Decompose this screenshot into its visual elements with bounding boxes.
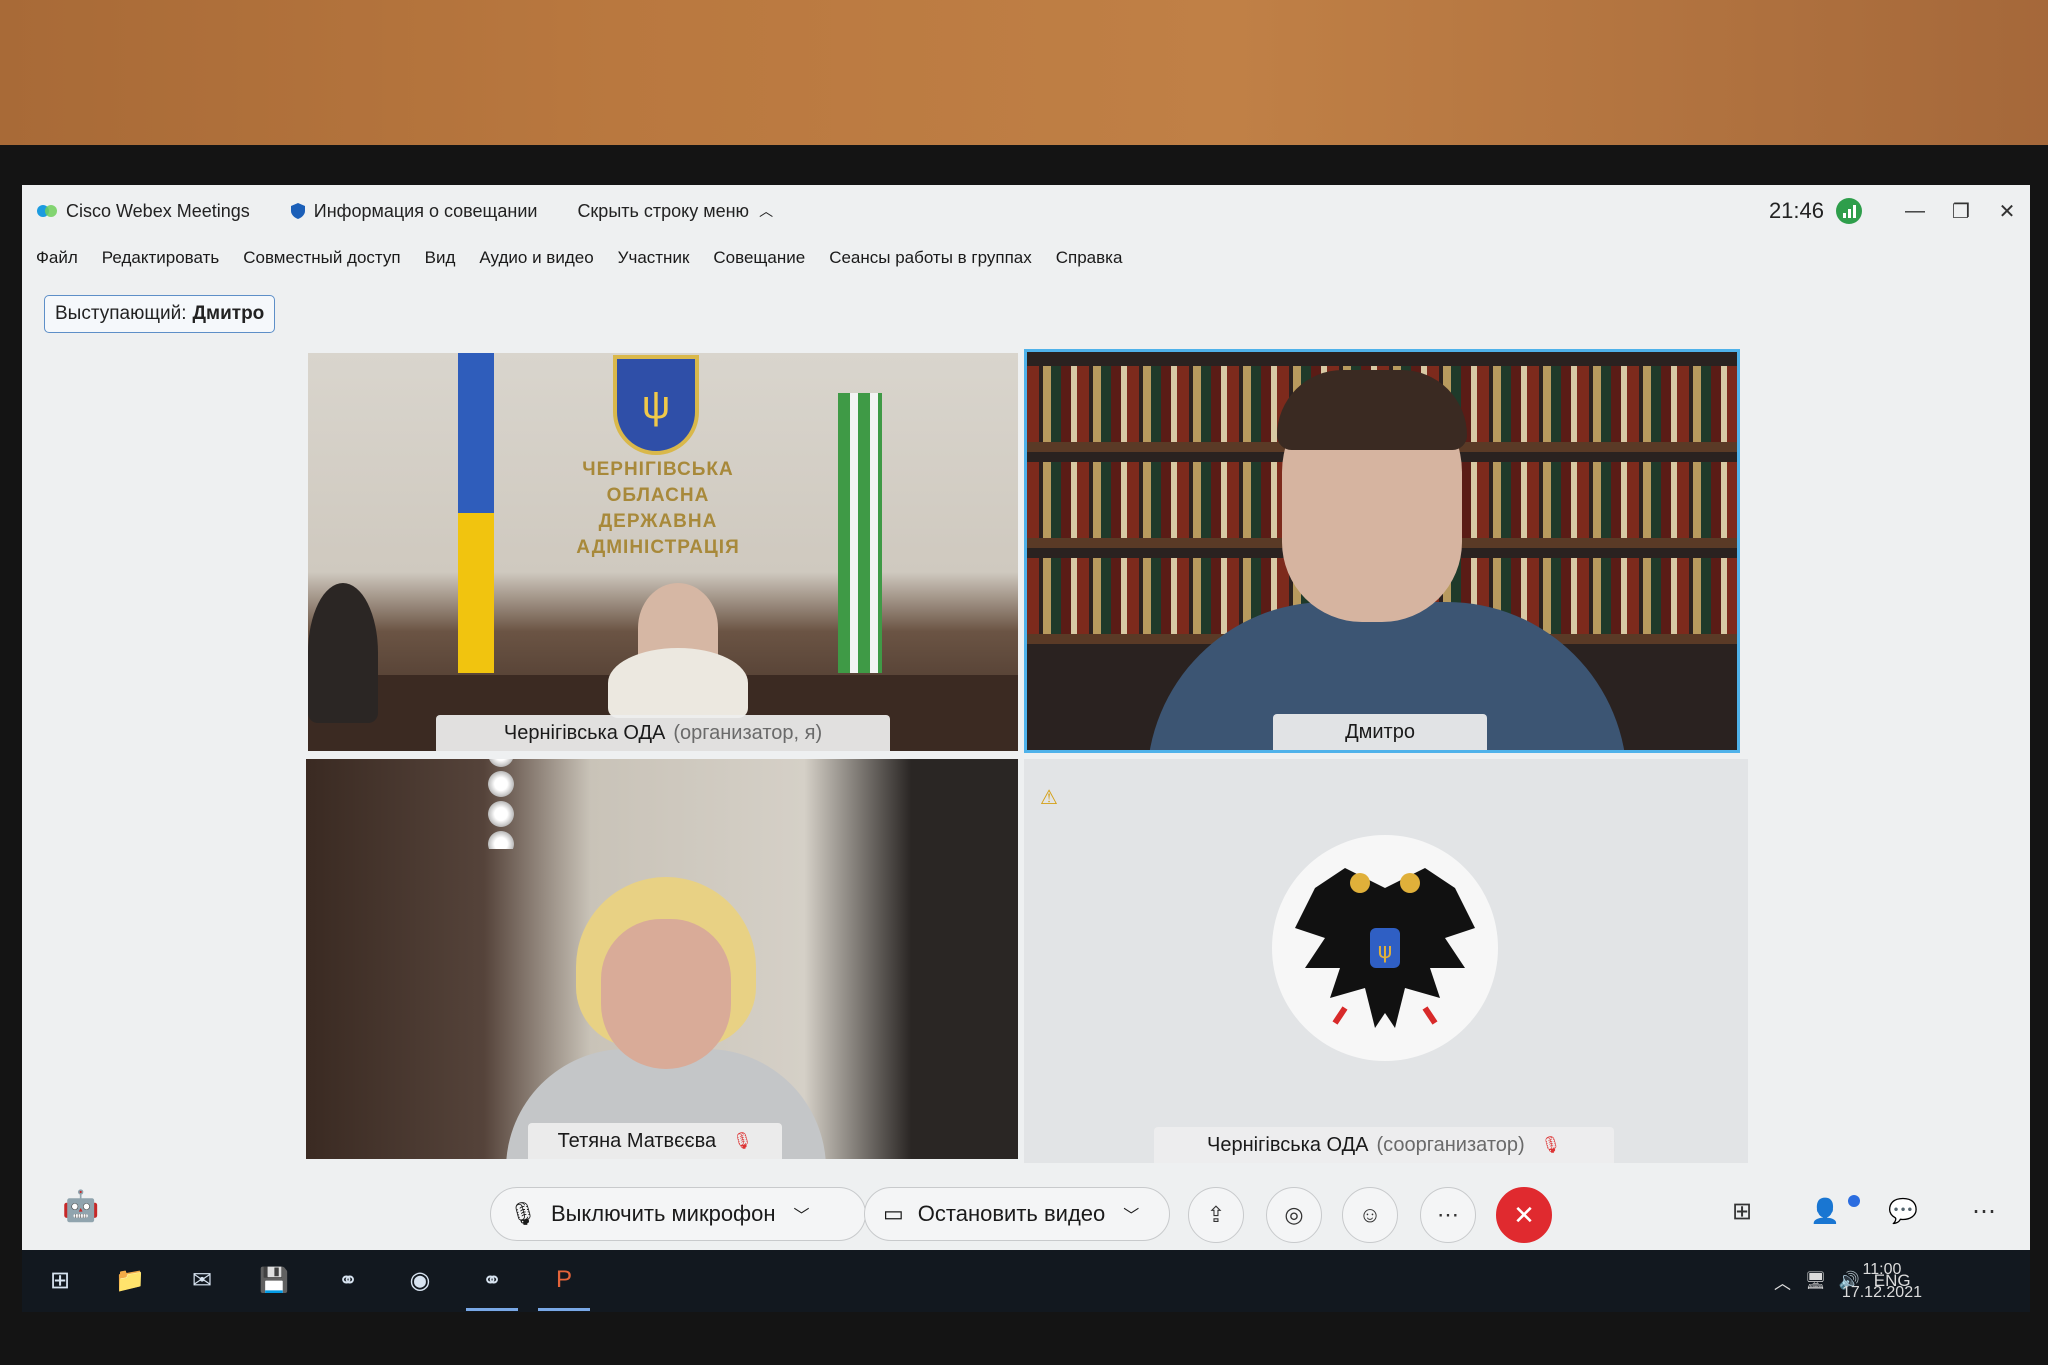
app-title: Cisco Webex Meetings — [36, 201, 250, 222]
tile-name-label: Дмитро — [1273, 714, 1487, 750]
app-name: Cisco Webex Meetings — [66, 200, 250, 221]
more-options-icon[interactable]: ⋯ — [1420, 1187, 1476, 1243]
menu-edit[interactable]: Редактировать — [102, 248, 219, 268]
webex-window: Cisco Webex Meetings Информация о совеща… — [22, 185, 2030, 1250]
mic-muted-icon: 🎙 — [732, 1133, 753, 1150]
active-speaker-badge: Выступающий: Дмитро — [44, 295, 276, 333]
chandelier — [486, 759, 516, 849]
regional-flag — [838, 393, 882, 673]
meeting-info-button[interactable]: Информация о совещании — [290, 200, 538, 222]
menu-participant[interactable]: Участник — [618, 248, 690, 268]
shield-icon — [290, 203, 305, 219]
network-icon[interactable]: 🖥 — [1805, 1271, 1827, 1291]
webex-logo-icon — [37, 205, 57, 217]
mute-label: Выключить микрофон — [550, 1201, 776, 1226]
active-app-indicator — [466, 1308, 518, 1311]
tile-name-label: Чернігівська ОДА (соорганизатор) 🎙 — [1154, 1127, 1614, 1163]
menu-file[interactable]: Файл — [36, 248, 78, 268]
speaker-name: Дмитро — [192, 303, 265, 324]
camera-icon: ▭ — [883, 1201, 904, 1226]
active-app-indicator — [538, 1308, 590, 1311]
menu-help[interactable]: Справка — [1056, 248, 1123, 268]
menu-share[interactable]: Совместный доступ — [243, 248, 400, 268]
outlook-icon[interactable]: ✉ — [182, 1260, 222, 1300]
menu-meeting[interactable]: Совещание — [713, 248, 805, 268]
end-call-icon[interactable]: ✕ — [1496, 1187, 1552, 1243]
chernihiv-eagle-emblem-icon: ψ — [1272, 835, 1498, 1061]
assistant-bot-icon[interactable]: 🤖 — [62, 1189, 99, 1224]
tile-name-label: Тетяна Матвєєва 🎙 — [528, 1123, 782, 1159]
chevron-up-icon: ︿ — [759, 203, 774, 219]
share-icon[interactable]: ⇪ — [1188, 1187, 1244, 1243]
trident-emblem-icon: ψ — [613, 355, 699, 455]
participant-figure-body — [608, 648, 748, 718]
participant-figure-hair — [1277, 370, 1467, 450]
webex-taskbar-icon[interactable]: ⚭ — [328, 1260, 368, 1300]
webex-meetings-taskbar-icon[interactable]: ⚭ — [472, 1260, 512, 1300]
meeting-time: 21:46 — [1768, 198, 1824, 223]
control-bar: 🤖 🎙 Выключить микрофон ﹀ ▭ Остановить ви… — [22, 1175, 2030, 1250]
video-label: Остановить видео — [917, 1201, 1106, 1226]
warning-icon[interactable]: ⚠ — [1040, 785, 1058, 810]
chat-icon[interactable]: 💬 — [1888, 1197, 1918, 1226]
save-disk-icon[interactable]: 💾 — [254, 1260, 294, 1300]
video-tile-dmytro[interactable]: Дмитро — [1024, 349, 1740, 753]
ukraine-flag — [458, 353, 494, 673]
svg-text:ψ: ψ — [1378, 939, 1393, 964]
participant-figure-left — [308, 583, 378, 723]
meeting-info-label: Информация о совещании — [313, 200, 538, 221]
record-icon[interactable]: ◎ — [1266, 1187, 1322, 1243]
reactions-icon[interactable]: ☺ — [1342, 1187, 1398, 1243]
edge-browser-icon[interactable]: ◉ — [400, 1260, 440, 1300]
connection-signal-icon[interactable] — [1836, 198, 1862, 224]
restore-icon[interactable]: ❐ — [1938, 185, 1984, 237]
mute-button[interactable]: 🎙 Выключить микрофон ﹀ — [490, 1187, 866, 1241]
video-tile-oda-host[interactable]: ψ ЧЕРНІГІВСЬКА ОБЛАСНА ДЕРЖАВНА АДМІНІСТ… — [308, 353, 1018, 751]
background-wall — [0, 0, 2048, 150]
video-tile-tetiana[interactable]: Тетяна Матвєєва 🎙 — [306, 759, 1018, 1159]
mic-muted-icon: 🎙 — [1540, 1137, 1561, 1154]
title-bar: Cisco Webex Meetings Информация о совеща… — [22, 185, 2030, 237]
meeting-clock: 21:46 — [1769, 185, 1862, 237]
video-tile-oda-cohost[interactable]: ⚠ ψ Чернігівська ОДА (соорганизатор) 🎙 — [1024, 759, 1748, 1163]
speaker-label: Выступающий: — [55, 303, 187, 324]
wall-sign: ЧЕРНІГІВСЬКА ОБЛАСНА ДЕРЖАВНА АДМІНІСТРА… — [576, 459, 740, 558]
notification-dot — [1848, 1195, 1860, 1207]
eagle-svg: ψ — [1295, 868, 1475, 1028]
file-explorer-icon[interactable]: 📁 — [110, 1260, 150, 1300]
tile-name-label: Чернігівська ОДА (организатор, я) — [436, 715, 890, 751]
participant-figure — [601, 919, 731, 1069]
minimize-icon[interactable]: — — [1892, 185, 1938, 237]
powerpoint-icon[interactable]: P — [544, 1260, 584, 1300]
participants-icon[interactable]: 👤 — [1810, 1197, 1840, 1226]
microphone-icon: 🎙 — [509, 1201, 537, 1226]
menu-breakout[interactable]: Сеансы работы в группах — [829, 248, 1032, 268]
hide-menu-label: Скрыть строку меню — [577, 200, 750, 221]
stop-video-button[interactable]: ▭ Остановить видео ﹀ — [864, 1187, 1170, 1241]
close-icon[interactable]: ✕ — [1984, 185, 2030, 237]
tray-expand-icon[interactable]: ︿ — [1774, 1269, 1791, 1294]
more-panels-icon[interactable]: ⋯ — [1972, 1197, 1996, 1226]
apps-icon[interactable]: ⊞ — [1732, 1197, 1752, 1226]
windows-taskbar: ⊞ 📁 ✉ 💾 ⚭ ◉ ⚭ P ︿ 🖥 🔊 ENG 11:00 17.12.20… — [22, 1250, 2030, 1312]
chevron-down-icon[interactable]: ﹀ — [1123, 1202, 1139, 1226]
hide-menu-button[interactable]: Скрыть строку меню ︿ — [577, 201, 773, 222]
taskbar-clock[interactable]: 11:00 17.12.2021 — [1842, 1258, 1922, 1304]
menu-bar: Файл Редактировать Совместный доступ Вид… — [36, 237, 1146, 279]
chevron-down-icon[interactable]: ﹀ — [794, 1202, 810, 1226]
windows-start-icon[interactable]: ⊞ — [40, 1260, 80, 1300]
menu-audio-video[interactable]: Аудио и видео — [479, 248, 593, 268]
menu-view[interactable]: Вид — [425, 248, 456, 268]
